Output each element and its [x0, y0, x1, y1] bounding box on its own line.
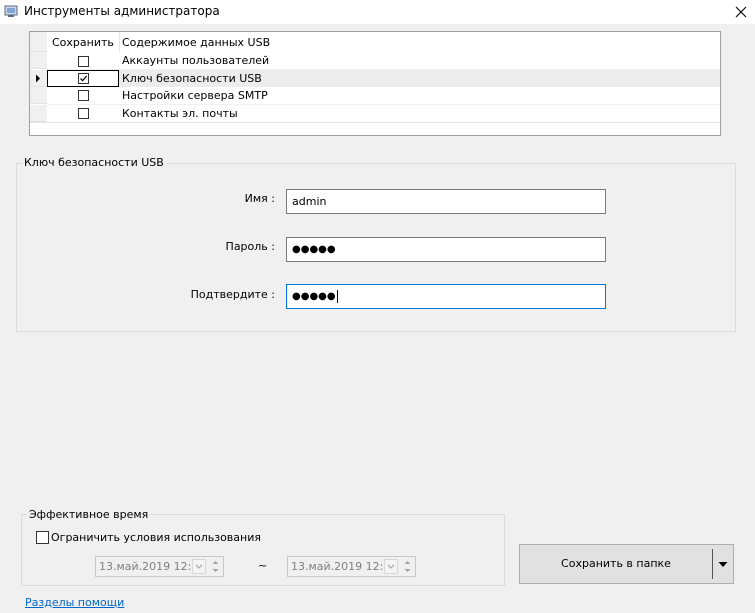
chevron-down-icon — [387, 564, 395, 569]
date-to-dropdown — [384, 559, 398, 574]
date-from-spinner-icon — [212, 561, 219, 572]
confirm-password-value: ●●●●● — [292, 291, 336, 302]
usb-content-grid[interactable]: Сохранить Содержимое данных USB Аккаунты… — [29, 31, 721, 136]
password-label: Пароль : — [225, 240, 275, 253]
current-row-arrow-icon — [36, 74, 40, 83]
save-checkbox[interactable] — [78, 108, 89, 119]
chevron-down-icon — [718, 562, 728, 567]
date-range-separator: ~ — [258, 559, 268, 572]
date-from-value: 13.май.2019 12:09 — [99, 560, 206, 573]
row-header[interactable] — [30, 52, 47, 69]
grid-row-label[interactable]: Аккаунты пользователей — [122, 52, 712, 69]
grid-corner-header — [30, 32, 47, 52]
save-to-folder-button[interactable]: Сохранить в папке — [519, 544, 734, 584]
app-icon — [4, 5, 18, 17]
date-to-spinner-icon — [404, 561, 411, 572]
title-bar: Инструменты администратора — [0, 0, 755, 24]
date-to-picker: 13.май.2019 12:09 — [287, 556, 416, 577]
help-topics-link[interactable]: Разделы помощи — [25, 596, 124, 609]
name-label: Имя : — [244, 192, 275, 205]
effective-time-group — [21, 514, 505, 586]
close-button[interactable] — [726, 0, 755, 24]
close-icon — [735, 6, 746, 18]
save-checkbox[interactable] — [78, 90, 89, 101]
effective-time-group-title: Эффективное время — [27, 508, 151, 521]
grid-row-label[interactable]: Контакты эл. почты — [122, 105, 712, 122]
column-header-content[interactable]: Содержимое данных USB — [122, 34, 422, 51]
column-header-save[interactable]: Сохранить — [52, 34, 120, 51]
save-checkbox[interactable] — [78, 56, 89, 67]
row-header[interactable] — [30, 105, 47, 122]
grid-row-label[interactable]: Настройки сервера SMTP — [122, 87, 712, 104]
date-from-picker: 13.май.2019 12:09 — [95, 556, 224, 577]
password-input[interactable]: ●●●●● — [286, 237, 606, 262]
save-to-folder-label[interactable]: Сохранить в папке — [520, 545, 712, 583]
confirm-password-input[interactable]: ●●●●● — [286, 284, 606, 309]
restrict-usage-checkbox[interactable] — [36, 531, 49, 544]
chevron-down-icon — [195, 564, 203, 569]
date-from-dropdown — [192, 559, 206, 574]
restrict-usage-label[interactable]: Ограничить условия использования — [51, 531, 261, 544]
window-title: Инструменты администратора — [24, 4, 220, 18]
date-to-value: 13.май.2019 12:09 — [291, 560, 398, 573]
grid-row-label[interactable]: Ключ безопасности USB — [122, 70, 712, 87]
check-mark-icon — [80, 75, 88, 82]
usb-key-group-title: Ключ безопасности USB — [22, 156, 166, 169]
confirm-password-label: Подтвердите : — [190, 288, 275, 301]
text-caret — [336, 289, 338, 303]
save-checkbox[interactable] — [78, 73, 89, 84]
save-options-dropdown[interactable] — [713, 545, 733, 583]
row-header[interactable] — [30, 87, 47, 104]
row-header-current[interactable] — [30, 70, 47, 87]
name-input[interactable]: admin — [286, 189, 606, 214]
